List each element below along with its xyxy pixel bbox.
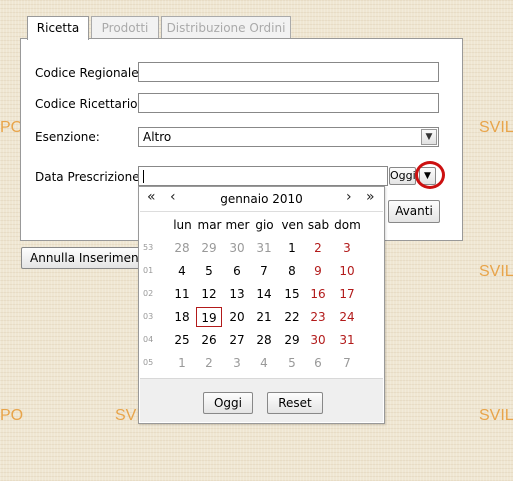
calendar-day[interactable]: 1 [169,353,195,373]
calendar-day[interactable]: 1 [279,238,305,258]
calendar-day[interactable]: 13 [224,284,250,304]
calendar-day[interactable]: 7 [251,261,277,281]
codice-ricettario-input[interactable] [138,93,439,113]
calendar-day[interactable]: 16 [305,284,331,304]
calendar-day[interactable]: 5 [196,261,222,281]
esenzione-selected-value: Altro [143,130,172,144]
calendar-day[interactable]: 22 [279,307,305,327]
weekday-header: mer [225,218,250,232]
date-picker-calendar: « ‹ gennaio 2010 › » lun mar mer gio ven… [138,186,385,424]
calendar-day[interactable]: 14 [251,284,277,304]
calendar-day[interactable]: 24 [334,307,360,327]
tab-prodotti[interactable]: Prodotti [91,16,159,38]
weekday-header: ven [281,218,304,232]
calendar-day[interactable]: 30 [305,330,331,350]
weekday-header: lun [173,218,192,232]
watermark-right: SVIL [479,407,513,424]
calendar-footer: Oggi Reset [140,378,383,422]
calendar-day[interactable]: 28 [251,330,277,350]
next-year-button[interactable]: » [366,189,375,205]
calendar-day[interactable]: 23 [305,307,331,327]
codice-ricettario-label: Codice Ricettario: [35,97,142,111]
weekday-header: dom [334,218,361,232]
calendar-day[interactable]: 25 [169,330,195,350]
calendar-day[interactable]: 20 [224,307,250,327]
text-cursor [143,170,144,183]
avanti-button[interactable]: Avanti [388,200,440,223]
chevron-down-icon[interactable]: ▼ [421,129,437,145]
calendar-day[interactable]: 27 [224,330,250,350]
calendar-today-button[interactable]: Oggi [203,392,253,414]
calendar-day[interactable]: 29 [196,238,222,258]
tab-ricetta[interactable]: Ricetta [27,16,89,40]
esenzione-label: Esenzione: [35,130,100,144]
data-prescrizione-label: Data Prescrizione: [35,170,144,184]
week-number: 04 [143,335,154,344]
calendar-day[interactable]: 8 [279,261,305,281]
calendar-day[interactable]: 29 [279,330,305,350]
calendar-day[interactable]: 15 [279,284,305,304]
calendar-day[interactable]: 5 [279,353,305,373]
calendar-day[interactable]: 6 [224,261,250,281]
calendar-day[interactable]: 2 [196,353,222,373]
calendar-header-divider [140,211,383,212]
esenzione-select[interactable]: Altro ▼ [138,127,439,147]
weekday-header: mar [197,218,222,232]
calendar-day[interactable]: 21 [251,307,277,327]
weekday-header: gio [255,218,274,232]
calendar-day[interactable]: 28 [169,238,195,258]
tab-distribuzione-ordini[interactable]: Distribuzione Ordini [161,16,291,38]
week-number: 53 [143,243,154,252]
codice-regionale-label: Codice Regionale: [35,66,143,80]
watermark-right: SVIL [479,119,513,136]
week-number: 01 [143,266,154,275]
calendar-day[interactable]: 18 [169,307,195,327]
calendar-day[interactable]: 10 [334,261,360,281]
watermark-right: SVIL [479,263,513,280]
codice-regionale-input[interactable] [138,62,439,82]
calendar-reset-button[interactable]: Reset [267,392,323,414]
calendar-day[interactable]: 3 [224,353,250,373]
calendar-day[interactable]: 30 [224,238,250,258]
calendar-day[interactable]: 7 [334,353,360,373]
calendar-day[interactable]: 4 [169,261,195,281]
weekday-header: sab [307,218,330,232]
calendar-day[interactable]: 19 [196,307,222,327]
data-prescrizione-input[interactable] [138,166,388,186]
calendar-day[interactable]: 31 [334,330,360,350]
calendar-day[interactable]: 2 [305,238,331,258]
calendar-day[interactable]: 12 [196,284,222,304]
watermark-left: PO [0,407,24,424]
calendar-day[interactable]: 31 [251,238,277,258]
week-number: 03 [143,312,154,321]
calendar-day[interactable]: 4 [251,353,277,373]
calendar-day[interactable]: 9 [305,261,331,281]
week-number: 02 [143,289,154,298]
next-month-button[interactable]: › [346,189,352,205]
oggi-inline-button[interactable]: Oggi [389,167,416,185]
week-number: 05 [143,358,154,367]
highlight-circle [415,161,445,189]
calendar-day[interactable]: 11 [169,284,195,304]
calendar-day[interactable]: 6 [305,353,331,373]
calendar-day[interactable]: 17 [334,284,360,304]
calendar-day[interactable]: 3 [334,238,360,258]
calendar-day[interactable]: 26 [196,330,222,350]
